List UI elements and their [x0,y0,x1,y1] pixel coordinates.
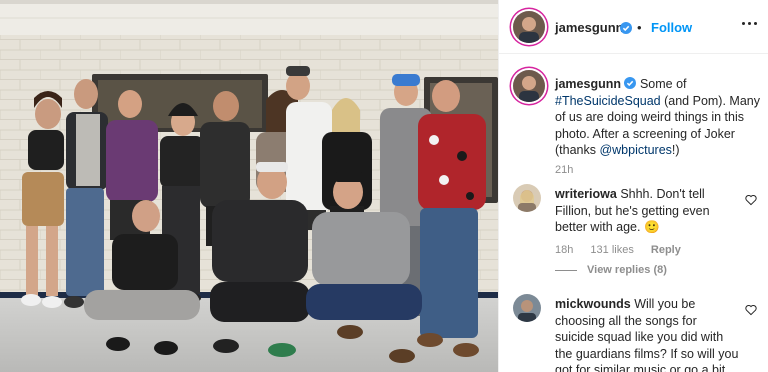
verified-badge-icon [620,22,632,34]
comment-text: writeriowa Shhh. Don't tell Fillion, but… [555,186,735,236]
post-header: jamesgunn • Follow [499,0,768,54]
follow-button[interactable]: Follow [651,20,692,35]
caption-timestamp[interactable]: 21h [555,164,573,176]
comment-username[interactable]: writeriowa [555,187,617,201]
caption-mention[interactable]: @wbpictures [599,143,671,157]
caption-author-avatar[interactable] [513,70,545,102]
author-avatar[interactable] [513,11,545,43]
comment-meta: 18h 131 likes Reply [555,244,695,256]
comment-text: mickwounds Will you be choosing all the … [555,296,739,372]
replies-divider [555,269,577,271]
author-username[interactable]: jamesgunn [555,20,624,35]
commenter-avatar[interactable] [513,184,541,212]
commenter-avatar[interactable] [513,294,541,322]
like-heart-icon[interactable] [745,194,757,206]
comment-time[interactable]: 18h [555,244,573,256]
post-photo[interactable] [0,0,498,372]
reply-button[interactable]: Reply [651,244,681,256]
view-replies-label: View replies (8) [587,264,667,276]
post-side-panel: jamesgunn • Follow jamesgunn Some of #Th… [498,0,768,372]
caption-username[interactable]: jamesgunn [555,77,621,91]
caption-hashtag[interactable]: #TheSuicideSquad [555,94,661,108]
header-separator: • [637,20,642,35]
comment-likes[interactable]: 131 likes [590,244,633,256]
caption-text-before: Some of [639,77,687,91]
caption-text: jamesgunn Some of #TheSuicideSquad (and … [555,76,761,159]
comment-username[interactable]: mickwounds [555,297,631,311]
more-options-icon[interactable] [739,14,761,32]
caption-text-after: !) [671,143,680,157]
like-heart-icon[interactable] [745,304,757,316]
view-replies-button[interactable]: View replies (8) [555,264,667,276]
group-photo-image [0,0,498,372]
verified-badge-icon [624,77,637,89]
